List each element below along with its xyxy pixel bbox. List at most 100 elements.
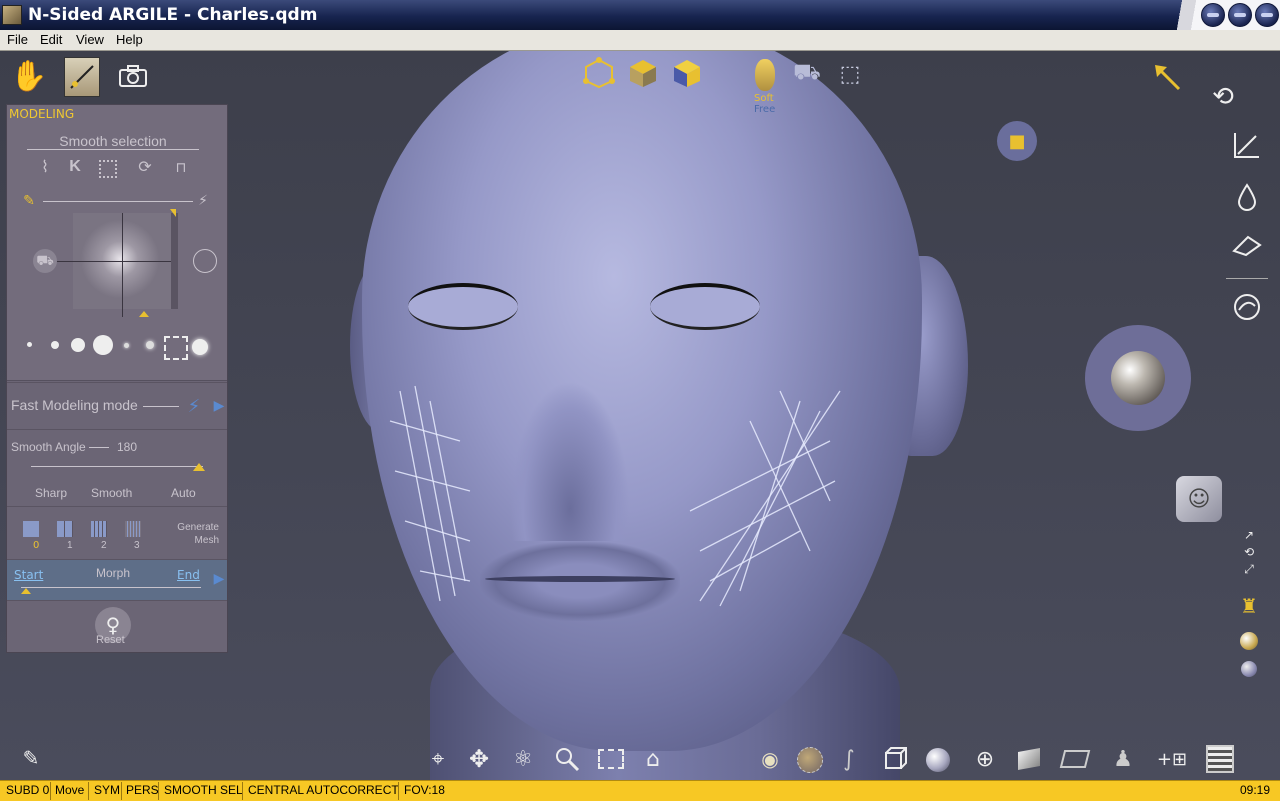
smooth-angle-thumb[interactable] [193,463,205,471]
smooth-angle-slider[interactable] [31,466,203,467]
plane-icon[interactable] [1058,744,1092,774]
brush-size-1[interactable] [27,342,32,347]
expand-arrow-icon[interactable]: ▶ [213,397,225,415]
edge-mode-icon[interactable] [626,56,660,90]
falloff-slider[interactable] [43,201,193,202]
rotate-icon[interactable]: ⟲ [1206,80,1240,114]
status-smooth-sel[interactable]: SMOOTH SEL [164,783,243,797]
vertex-mode-icon[interactable] [582,56,616,90]
camera-small-icon[interactable]: ⛟ [33,249,57,273]
subd-3-icon[interactable] [125,521,141,537]
brush-soft-3-selected[interactable] [164,336,188,360]
ambient-sphere-icon[interactable] [1241,661,1257,677]
lightning-small-icon[interactable]: ⚡ [193,191,213,211]
brush-size-2[interactable] [51,341,59,349]
scale-icon[interactable] [1230,128,1264,162]
figure-icon[interactable]: ♟ [1108,744,1138,774]
light-sphere-icon[interactable] [1240,632,1258,650]
wire-sphere-icon[interactable]: ⊕ [970,744,1000,774]
curve-icon[interactable]: ∫ [834,744,864,774]
minimize-button[interactable] [1201,3,1225,27]
maximize-button[interactable] [1228,3,1252,27]
reset-button[interactable]: Reset [96,634,125,646]
status-autocorrect[interactable]: CENTRAL AUTOCORRECT [248,783,399,797]
small-rotate-icon[interactable]: ⟲ [1238,544,1260,560]
video-camera-icon[interactable]: ⛟ [790,58,824,90]
film-icon[interactable] [1204,744,1236,774]
option-auto[interactable]: Auto [171,486,196,500]
small-scale-icon[interactable]: ⤢ [1238,561,1260,577]
close-button[interactable] [1255,3,1279,27]
menu-view[interactable]: View [76,32,104,47]
falloff-right-bar[interactable] [171,213,178,309]
notes-icon[interactable]: ✎ [16,742,46,774]
menu-help[interactable]: Help [116,32,143,47]
pin-icon[interactable]: ⌖ [424,744,452,774]
status-pers[interactable]: PERS [126,783,159,797]
brush-size-4[interactable] [93,335,113,355]
brush-soft-2[interactable] [146,341,154,349]
subd-level-0[interactable]: 0 [33,540,39,551]
free-label[interactable]: Free [754,104,775,115]
morph-expand-icon[interactable]: ▶ [213,570,225,588]
camera-icon[interactable] [116,60,150,92]
light-icon[interactable]: ♜ [1236,593,1262,619]
eye-icon[interactable]: ◉ [755,744,785,774]
subd-level-3[interactable]: 3 [134,540,140,551]
soft-label[interactable]: Soft [754,93,774,104]
rect-select-icon[interactable] [99,160,117,178]
brush-soft-1[interactable] [124,343,129,348]
target-icon[interactable] [193,249,217,273]
lock-icon[interactable]: ⊓ [171,157,191,177]
subd-level-1[interactable]: 1 [67,540,73,551]
subd-2-icon[interactable] [91,521,107,537]
status-move[interactable]: Move [55,783,84,797]
material-ball-widget[interactable] [1085,325,1191,431]
generate-mesh-button[interactable]: Generate Mesh [163,521,219,547]
pen-small-icon[interactable]: ✎ [19,191,39,211]
morph-slider[interactable] [21,587,201,588]
subd-level-2[interactable]: 2 [101,540,107,551]
morph-thumb[interactable] [21,588,31,594]
subd-0-icon[interactable] [23,521,39,537]
option-sharp[interactable]: Sharp [35,486,67,500]
drop-icon[interactable] [1230,180,1264,214]
arrow-icon[interactable] [1152,62,1186,96]
globe-icon[interactable] [797,747,823,773]
brush-soft-4[interactable] [192,339,208,355]
lasso-icon[interactable]: ⌇ [35,157,55,177]
small-arrow-icon[interactable]: ↗ [1238,527,1260,543]
subd-1-icon[interactable] [57,521,73,537]
refresh-icon[interactable]: ⟳ [135,157,155,177]
menu-edit[interactable]: Edit [40,32,62,47]
view-cube-icon[interactable]: ☺ [1176,476,1222,522]
sphere-icon[interactable] [926,748,950,772]
mask-icon[interactable] [750,55,780,95]
status-subd[interactable]: SUBD 0 [6,783,49,797]
morph-end[interactable]: End [177,568,200,582]
status-sym[interactable]: SYM [94,783,120,797]
lightning-icon[interactable]: ⚡ [185,395,203,417]
floating-camera-icon[interactable]: ■ [997,121,1037,161]
frame-icon[interactable] [596,744,626,774]
orbit-icon[interactable]: ⚛ [508,744,538,774]
option-smooth[interactable]: Smooth [91,486,132,500]
falloff-bottom-marker[interactable] [139,311,149,317]
swirl-icon[interactable] [1230,290,1264,324]
falloff-top-marker[interactable] [170,209,176,217]
menu-file[interactable]: File [7,32,28,47]
morph-start[interactable]: Start [14,568,43,582]
eraser-icon[interactable] [1230,228,1264,262]
texture-icon[interactable] [1014,744,1044,774]
app-icon[interactable] [2,5,22,25]
brush-size-3[interactable] [71,338,85,352]
home-icon[interactable]: ⌂ [638,744,668,774]
brush-icon[interactable] [64,57,100,97]
status-fov[interactable]: FOV:18 [404,783,445,797]
box-icon[interactable] [880,744,910,774]
add-grid-icon[interactable]: +⊞ [1150,744,1194,774]
zoom-icon[interactable] [552,744,582,774]
hand-icon[interactable]: ✋ [10,57,47,95]
face-mode-icon[interactable] [670,56,704,90]
perspective-icon[interactable]: ⬚ [833,58,867,90]
